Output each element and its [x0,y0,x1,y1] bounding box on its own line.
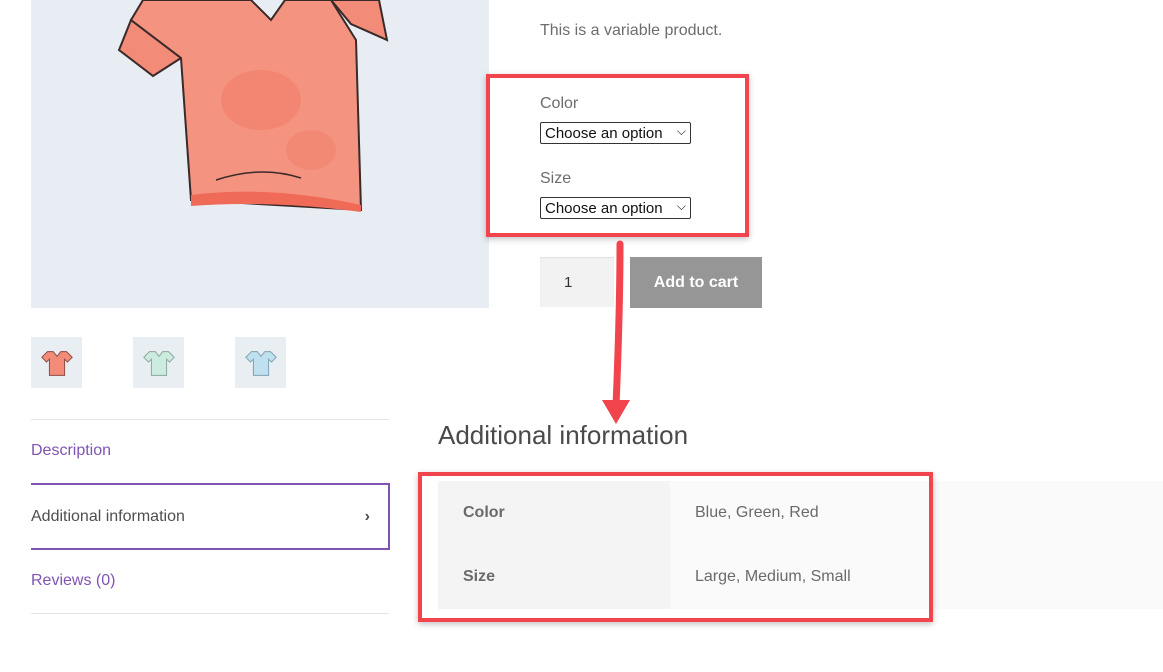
tshirt-image [31,0,489,308]
tab-description[interactable]: Description [31,442,111,460]
additional-information-heading: Additional information [438,420,689,450]
tab-additional-information[interactable]: Additional information › [31,483,390,550]
thumbnail-red-shirt[interactable] [31,337,82,388]
annotation-arrow [602,240,630,424]
chevron-right-icon: › [364,507,370,525]
thumbnail-blue-shirt[interactable] [235,337,286,388]
tab-divider [31,419,389,420]
annotation-highlight-variations [486,74,749,237]
product-short-description: This is a variable product. [540,22,723,39]
tab-reviews[interactable]: Reviews (0) [31,572,115,590]
product-main-image[interactable] [31,0,489,308]
tab-divider [31,613,389,614]
tab-additional-information-label: Additional information [31,507,185,525]
thumbnail-green-shirt[interactable] [133,337,184,388]
annotation-highlight-attributes [418,472,933,622]
